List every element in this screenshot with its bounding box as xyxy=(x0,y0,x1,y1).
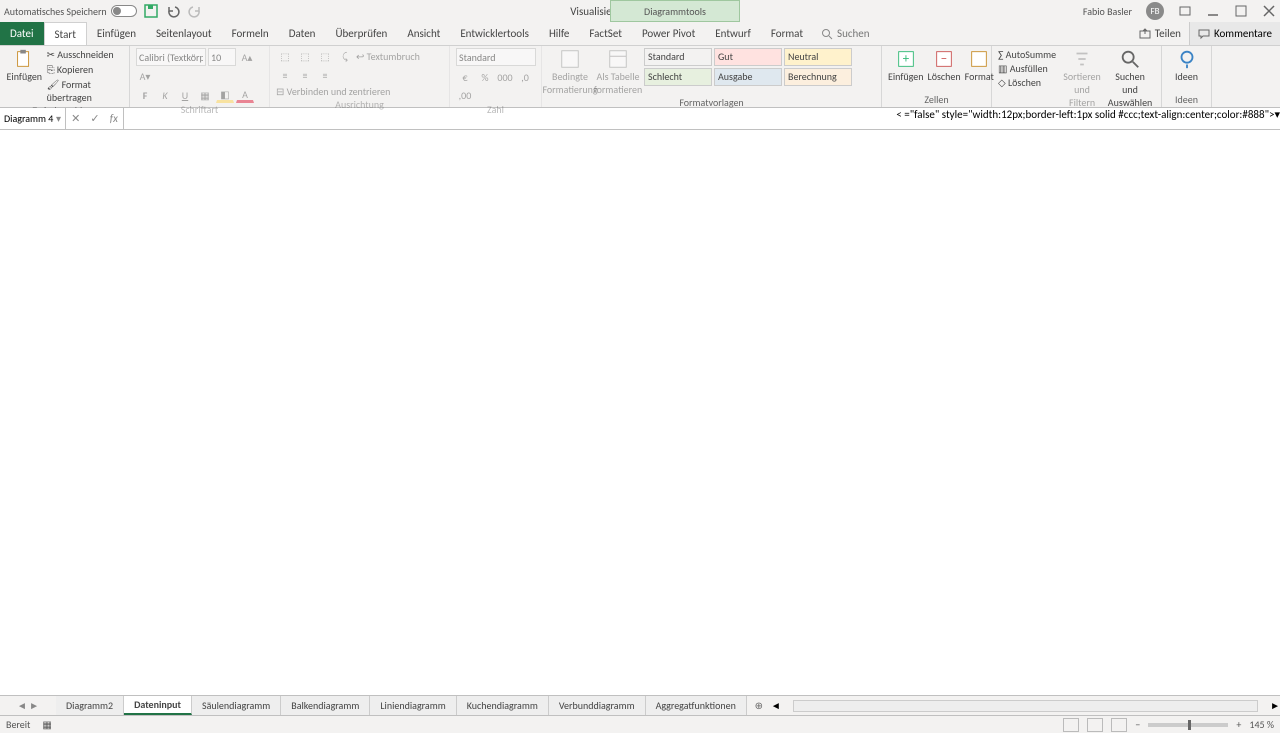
enter-formula-icon[interactable]: ✓ xyxy=(90,112,99,125)
align-right-icon[interactable]: ≡ xyxy=(316,67,334,83)
user-name[interactable]: Fabio Basler xyxy=(1083,5,1132,18)
save-icon[interactable] xyxy=(143,3,159,19)
minimize-icon[interactable] xyxy=(1206,4,1220,18)
align-left-icon[interactable]: ≡ xyxy=(276,67,294,83)
ribbon: Einfügen ✂ Ausschneiden ⎘ Kopieren 🖌 For… xyxy=(0,46,1280,108)
bold-button[interactable]: F xyxy=(136,87,154,103)
tab-help[interactable]: Hilfe xyxy=(539,22,579,45)
autosave-toggle[interactable]: Automatisches Speichern xyxy=(4,5,137,18)
sheet-tab-balkendiagramm[interactable]: Balkendiagramm xyxy=(281,696,370,715)
horizontal-scrollbar[interactable]: ◄► xyxy=(771,696,1280,715)
orientation-icon[interactable]: ⤹ xyxy=(336,48,354,64)
autosave-label: Automatisches Speichern xyxy=(4,5,107,18)
tab-home[interactable]: Start xyxy=(44,22,87,45)
cancel-formula-icon[interactable]: ✕ xyxy=(71,112,80,125)
tab-developer[interactable]: Entwicklertools xyxy=(450,22,539,45)
tab-insert[interactable]: Einfügen xyxy=(87,22,146,45)
cut-button[interactable]: ✂ Ausschneiden xyxy=(47,48,123,61)
sheet-tab-diagramm2[interactable]: Diagramm2 xyxy=(56,696,124,715)
title-bar: Automatisches Speichern Visualisierungen… xyxy=(0,0,1280,22)
conditional-formatting-button[interactable]: Bedingte Formatierung xyxy=(548,48,592,96)
status-bar: Bereit ▦ − + 145 % xyxy=(0,715,1280,733)
decrease-decimal-icon[interactable]: ,00 xyxy=(456,87,474,103)
ideas-button[interactable]: Ideen xyxy=(1168,48,1205,83)
number-format-select[interactable] xyxy=(456,48,536,66)
maximize-icon[interactable] xyxy=(1234,4,1248,18)
zoom-slider[interactable] xyxy=(1148,723,1228,727)
font-size-input[interactable] xyxy=(208,48,236,66)
tab-powerpivot[interactable]: Power Pivot xyxy=(632,22,705,45)
sort-filter-button[interactable]: Sortieren und Filtern xyxy=(1060,48,1104,109)
decrease-font-icon[interactable]: A▾ xyxy=(136,68,154,84)
share-icon xyxy=(1139,28,1151,40)
tab-format[interactable]: Format xyxy=(761,22,813,45)
percent-icon[interactable]: % xyxy=(476,69,494,85)
delete-cells-button[interactable]: −Löschen xyxy=(928,48,961,83)
share-button[interactable]: Teilen xyxy=(1131,22,1189,45)
tab-factset[interactable]: FactSet xyxy=(579,22,632,45)
user-avatar[interactable]: FB xyxy=(1146,2,1164,20)
name-box[interactable]: Diagramm 4▾ xyxy=(0,108,66,129)
thousands-icon[interactable]: 000 xyxy=(496,69,514,85)
comment-icon xyxy=(1198,28,1210,40)
merge-button[interactable]: ⊟ Verbinden und zentrieren xyxy=(276,85,390,98)
tab-formulas[interactable]: Formeln xyxy=(222,22,279,45)
tab-data[interactable]: Daten xyxy=(279,22,326,45)
tab-file[interactable]: Datei xyxy=(0,22,44,45)
autosum-button[interactable]: ∑ AutoSumme xyxy=(998,48,1056,61)
svg-text:−: − xyxy=(941,52,947,67)
sheet-tab-bar: ◄ ► Diagramm2DateninputSäulendiagrammBal… xyxy=(0,695,1280,715)
find-select-button[interactable]: Suchen und Auswählen xyxy=(1108,48,1152,109)
increase-font-icon[interactable]: A▴ xyxy=(238,49,256,65)
tab-review[interactable]: Überprüfen xyxy=(325,22,397,45)
copy-button[interactable]: ⎘ Kopieren xyxy=(47,63,123,76)
paste-button[interactable]: Einfügen xyxy=(6,48,43,83)
clear-button[interactable]: ◇ Löschen xyxy=(998,76,1056,89)
cell-styles-gallery[interactable]: Standard Gut Neutral Schlecht Ausgabe Be… xyxy=(644,48,852,86)
insert-cells-button[interactable]: +Einfügen xyxy=(888,48,924,83)
close-icon[interactable] xyxy=(1262,4,1276,18)
ribbon-display-icon[interactable] xyxy=(1178,4,1192,18)
tab-design[interactable]: Entwurf xyxy=(705,22,761,45)
comments-button[interactable]: Kommentare xyxy=(1189,22,1280,45)
sheet-tab-verbunddiagramm[interactable]: Verbunddiagramm xyxy=(549,696,646,715)
fill-button[interactable]: ▥ Ausfüllen xyxy=(998,62,1056,75)
sheet-tab-liniendiagramm[interactable]: Liniendiagramm xyxy=(370,696,456,715)
font-color-button[interactable]: A xyxy=(236,87,254,103)
tab-view[interactable]: Ansicht xyxy=(397,22,450,45)
align-middle-icon[interactable]: ⬚ xyxy=(296,48,314,64)
format-cells-button[interactable]: Format xyxy=(965,48,994,83)
fill-color-button[interactable]: ◧ xyxy=(216,87,234,103)
contextual-tab-diagrammtools: Diagrammtools xyxy=(610,0,740,22)
sheet-tab-dateninput[interactable]: Dateninput xyxy=(124,696,192,715)
underline-button[interactable]: U xyxy=(176,87,194,103)
ribbon-tabs: Datei Start Einfügen Seitenlayout Formel… xyxy=(0,22,1280,46)
format-as-table-button[interactable]: Als Tabelle formatieren xyxy=(596,48,640,96)
increase-decimal-icon[interactable]: ,0 xyxy=(516,69,534,85)
format-painter-button[interactable]: 🖌 Format übertragen xyxy=(47,78,123,104)
svg-text:+: + xyxy=(903,52,910,67)
sheet-tab-säulendiagramm[interactable]: Säulendiagramm xyxy=(192,696,281,715)
border-button[interactable]: ▦ xyxy=(196,87,214,103)
redo-icon[interactable] xyxy=(187,3,203,19)
wrap-text-button[interactable]: ↩ Textumbruch xyxy=(356,50,420,63)
search-icon xyxy=(821,28,833,40)
add-sheet-button[interactable]: ⊕ xyxy=(747,696,771,715)
italic-button[interactable]: K xyxy=(156,87,174,103)
fx-icon[interactable]: fx xyxy=(110,112,118,125)
align-center-icon[interactable]: ≡ xyxy=(296,67,314,83)
sheet-nav[interactable]: ◄ ► xyxy=(0,696,56,715)
align-bottom-icon[interactable]: ⬚ xyxy=(316,48,334,64)
font-name-input[interactable] xyxy=(136,48,206,66)
tell-me-search[interactable]: Suchen xyxy=(813,22,878,45)
align-top-icon[interactable]: ⬚ xyxy=(276,48,294,64)
sheet-tab-kuchendiagramm[interactable]: Kuchendiagramm xyxy=(457,696,549,715)
tab-layout[interactable]: Seitenlayout xyxy=(146,22,222,45)
sheet-tab-aggregatfunktionen[interactable]: Aggregatfunktionen xyxy=(646,696,747,715)
undo-icon[interactable] xyxy=(165,3,181,19)
currency-icon[interactable]: € xyxy=(456,69,474,85)
